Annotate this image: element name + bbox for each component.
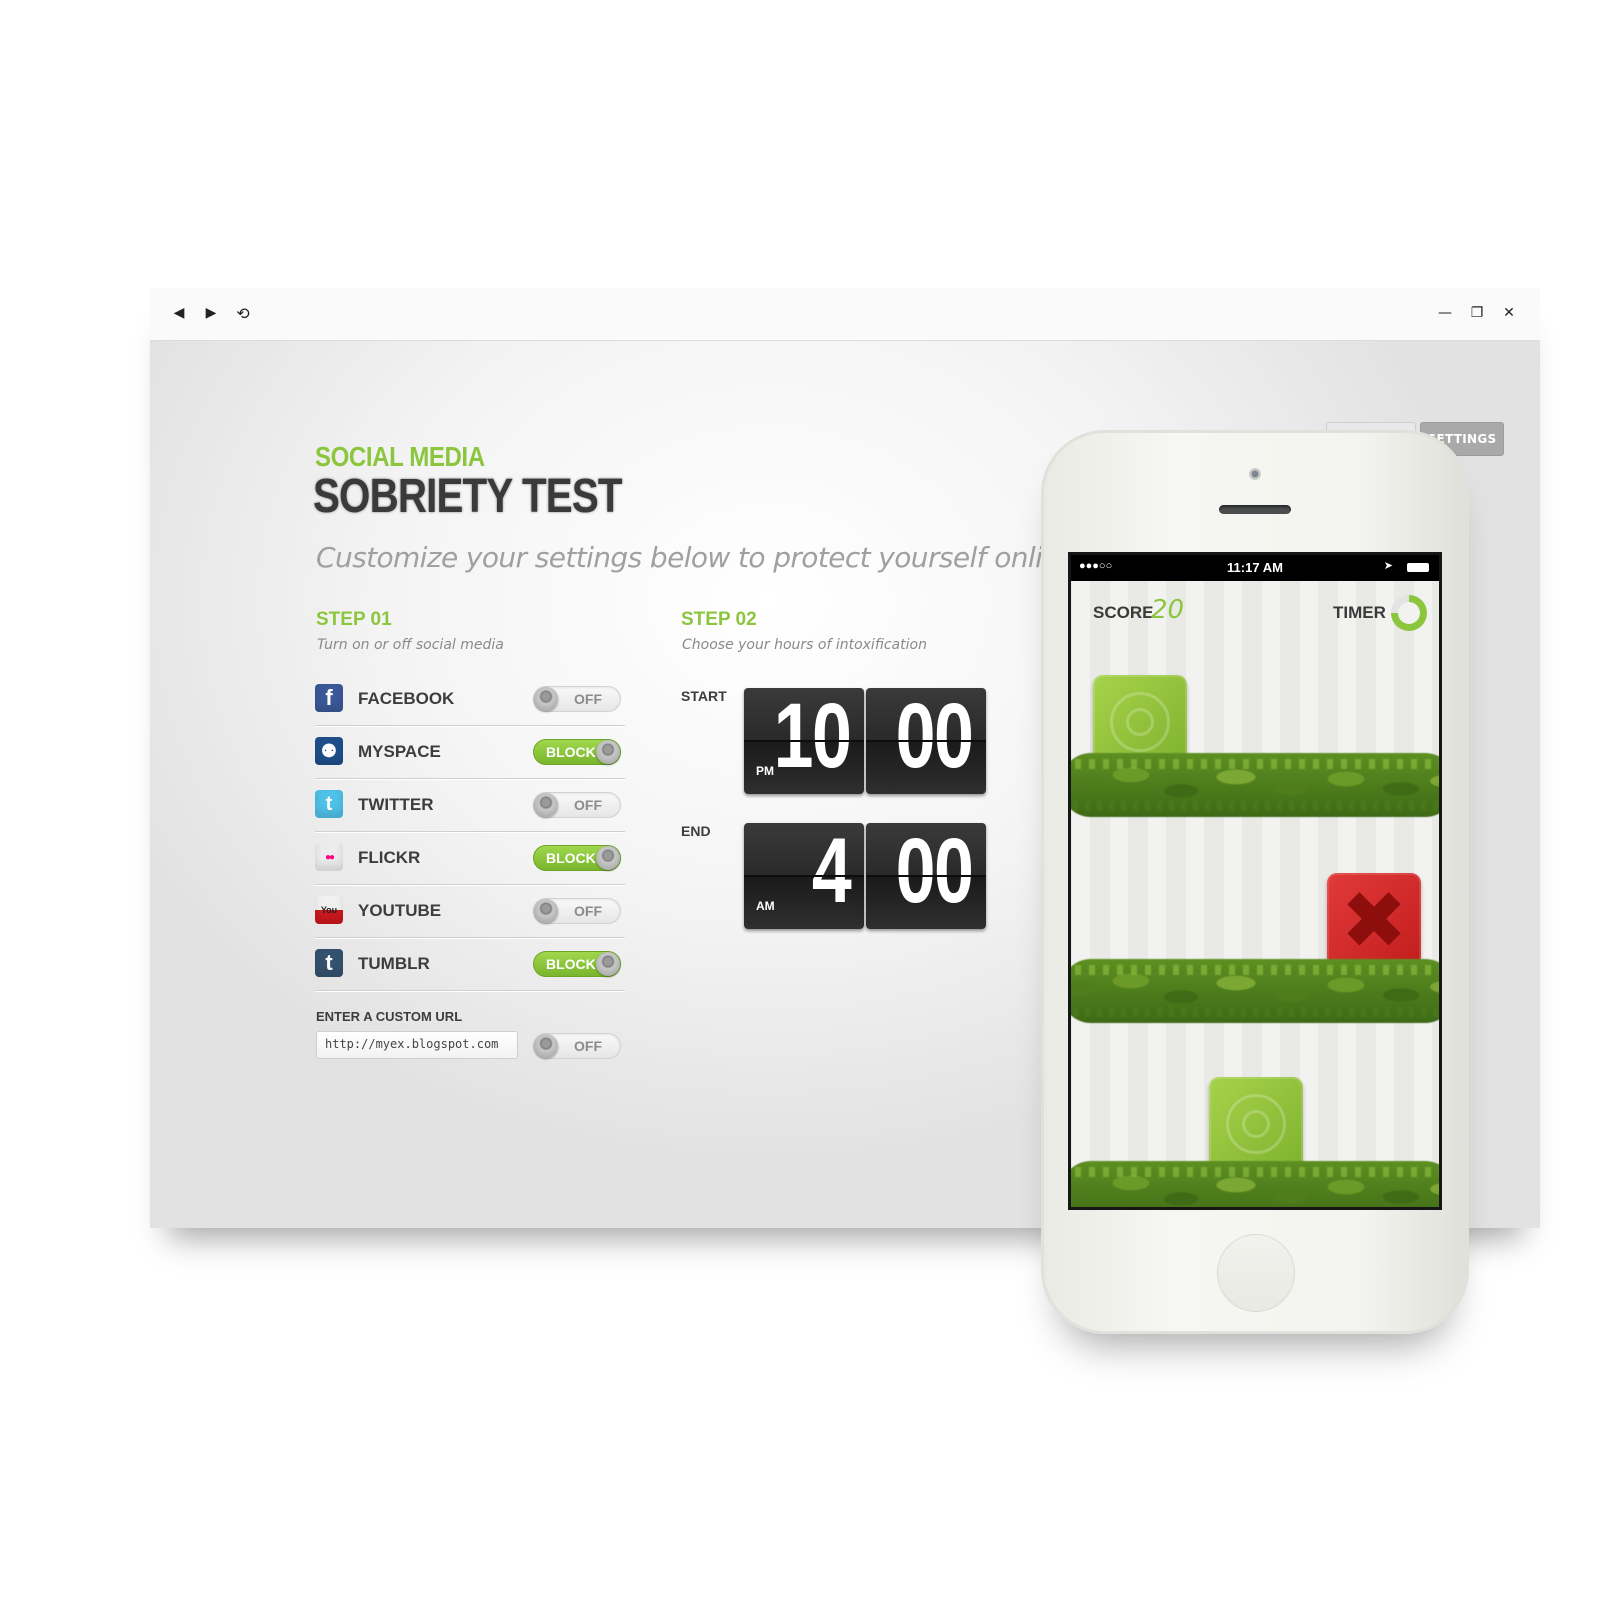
location-icon: ➤ (1383, 560, 1393, 572)
refresh-icon[interactable]: ⟲ (232, 302, 254, 324)
toggle-knob (534, 687, 558, 711)
start-ampm: PM (756, 764, 774, 778)
toggle-knob (596, 740, 620, 764)
toggle-knob (596, 952, 620, 976)
back-icon[interactable]: ◀ (168, 302, 190, 324)
social-row-flickr: ●● FLICKR BLOCK (315, 832, 625, 885)
timer-ring-icon (1391, 595, 1427, 631)
end-minute-flip[interactable]: 00 (866, 823, 986, 929)
social-name: YOUTUBE (358, 901, 442, 920)
restore-icon[interactable]: ❐ (1466, 302, 1488, 324)
end-ampm: AM (756, 899, 775, 913)
end-label: END (681, 823, 711, 839)
red-x-target[interactable]: ✖ (1327, 873, 1421, 967)
step1-subtitle: Turn on or off social media (317, 637, 504, 653)
phone-speaker (1219, 505, 1291, 514)
toggle-label: BLOCK (546, 956, 596, 972)
custom-url-toggle[interactable]: OFF (533, 1033, 621, 1059)
start-minute-flip[interactable]: 00 (866, 688, 986, 794)
green-target[interactable] (1209, 1077, 1303, 1171)
phone-screen: ●●●○○ 11:17 AM ➤ SCORE 20 TIMER ✖ (1068, 552, 1442, 1210)
hedge-row (1071, 753, 1439, 817)
start-minute: 00 (895, 688, 973, 787)
score-value: 20 (1151, 595, 1185, 625)
myspace-toggle[interactable]: BLOCK (533, 739, 621, 765)
toggle-knob (534, 793, 558, 817)
twitter-toggle[interactable]: OFF (533, 792, 621, 818)
minimize-icon[interactable]: — (1434, 302, 1456, 324)
timer-label: TIMER (1333, 603, 1386, 622)
social-row-youtube: You YOUTUBE OFF (315, 885, 625, 938)
target-ring-icon (1226, 1094, 1286, 1154)
forward-icon[interactable]: ▶ (200, 302, 222, 324)
facebook-icon: f (315, 684, 343, 712)
social-list: f FACEBOOK OFF ⚉ MYSPACE BLOCK t TWITTER (315, 673, 625, 991)
social-name: TUMBLR (358, 954, 430, 973)
toggle-label: OFF (574, 691, 602, 707)
social-row-myspace: ⚉ MYSPACE BLOCK (315, 726, 625, 779)
status-bar: ●●●○○ 11:17 AM ➤ (1071, 555, 1439, 581)
flickr-toggle[interactable]: BLOCK (533, 845, 621, 871)
social-name: TWITTER (358, 795, 434, 814)
step2-title: STEP 02 (681, 609, 757, 630)
toggle-label: OFF (574, 1038, 602, 1054)
start-hour-flip[interactable]: PM 10 (744, 688, 864, 794)
toggle-label: OFF (574, 903, 602, 919)
x-icon: ✖ (1340, 873, 1408, 967)
step2-subtitle: Choose your hours of intoxification (682, 637, 927, 653)
phone-mockup: ●●●○○ 11:17 AM ➤ SCORE 20 TIMER ✖ (1041, 430, 1469, 1334)
home-button[interactable] (1217, 1234, 1295, 1312)
toggle-label: BLOCK (546, 744, 596, 760)
phone-camera (1249, 468, 1261, 480)
end-minute: 00 (895, 823, 973, 922)
hedge-row (1071, 1161, 1439, 1207)
battery-icon (1407, 563, 1429, 572)
flickr-icon: ●● (315, 843, 343, 871)
toggle-knob (596, 846, 620, 870)
score-label: SCORE (1093, 603, 1154, 622)
step1-title: STEP 01 (316, 609, 392, 630)
social-name: FACEBOOK (358, 689, 455, 708)
youtube-icon: You (315, 896, 343, 924)
custom-url-label: ENTER A CUSTOM URL (316, 1009, 463, 1024)
end-hour: 4 (811, 823, 852, 922)
social-name: FLICKR (358, 848, 421, 867)
tumblr-icon: t (315, 949, 343, 977)
custom-url-input[interactable]: http://myex.blogspot.com (316, 1031, 518, 1059)
start-label: START (681, 688, 727, 704)
social-row-facebook: f FACEBOOK OFF (315, 673, 625, 726)
facebook-toggle[interactable]: OFF (533, 686, 621, 712)
game-board: SCORE 20 TIMER ✖ (1071, 581, 1439, 1207)
tumblr-toggle[interactable]: BLOCK (533, 951, 621, 977)
tagline: Customize your settings below to protect… (316, 541, 1158, 574)
social-name: MYSPACE (358, 742, 441, 761)
twitter-icon: t (315, 790, 343, 818)
hedge-row (1071, 959, 1439, 1023)
social-row-twitter: t TWITTER OFF (315, 779, 625, 832)
toggle-label: BLOCK (546, 850, 596, 866)
youtube-toggle[interactable]: OFF (533, 898, 621, 924)
title-bar: ◀ ▶ ⟲ — ❐ ✕ (150, 288, 1540, 341)
toggle-knob (534, 899, 558, 923)
social-row-tumblr: t TUMBLR BLOCK (315, 938, 625, 991)
toggle-knob (534, 1034, 558, 1058)
toggle-label: OFF (574, 797, 602, 813)
hero-title-main: SOBRIETY TEST (313, 470, 623, 523)
close-icon[interactable]: ✕ (1498, 302, 1520, 324)
target-ring-icon (1110, 692, 1170, 752)
start-hour: 10 (773, 688, 851, 787)
end-hour-flip[interactable]: AM 4 (744, 823, 864, 929)
myspace-icon: ⚉ (315, 737, 343, 765)
